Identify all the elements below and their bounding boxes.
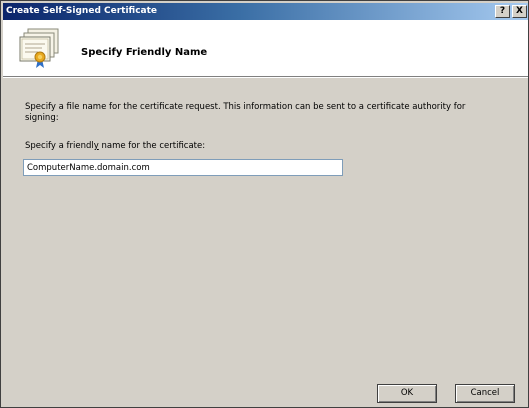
friendly-name-input[interactable] (23, 159, 343, 176)
wizard-header: Specify Friendly Name (3, 20, 528, 77)
title-bar[interactable]: Create Self-Signed Certificate ? X (3, 3, 528, 20)
header-divider (3, 77, 528, 78)
label-suffix: name for the certificate: (98, 141, 206, 151)
ok-button[interactable]: OK (377, 384, 437, 403)
window-title: Create Self-Signed Certificate (6, 6, 158, 16)
friendly-name-label: Specify a friendly name for the certific… (25, 141, 205, 151)
dialog-window: Create Self-Signed Certificate ? X Speci… (0, 0, 529, 408)
help-button[interactable]: ? (495, 5, 510, 18)
cancel-button[interactable]: Cancel (455, 384, 515, 403)
certificate-icon (16, 27, 62, 69)
page-title: Specify Friendly Name (81, 47, 208, 58)
label-prefix: Specify a friendl (25, 141, 94, 151)
close-button[interactable]: X (512, 5, 527, 18)
description-text: Specify a file name for the certificate … (25, 102, 466, 123)
